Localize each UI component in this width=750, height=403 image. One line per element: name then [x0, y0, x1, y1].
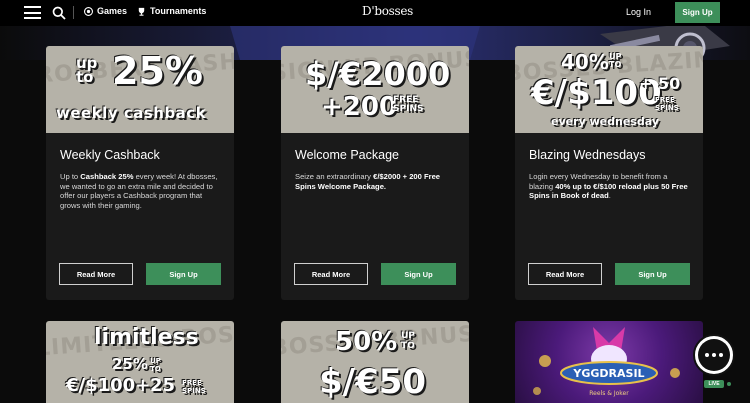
promo-description: Login every Wednesday to benefit from a …	[529, 172, 688, 201]
nav-games-link[interactable]: Games	[84, 6, 127, 16]
promo-card-blazing-wednesdays: BOSSES BLAZING 40% UP TO €/$100 + 50 FRE…	[515, 46, 703, 300]
trophy-icon	[138, 7, 145, 16]
banner-spins-label: FREE SPINS	[655, 96, 679, 112]
nav-games-label: Games	[97, 6, 128, 16]
nav-tournaments-label: Tournaments	[150, 6, 207, 16]
read-more-button[interactable]: Read More	[59, 263, 133, 285]
game-title: YGGDRASIL	[572, 367, 644, 380]
signup-button[interactable]: Sign Up	[146, 263, 221, 285]
chat-bubble-icon	[698, 339, 730, 371]
promo-card-welcome-package: SIGN UP BONUS $/€2000 +200 FREE SPINS We…	[281, 46, 469, 300]
menu-icon[interactable]	[24, 6, 41, 19]
read-more-button[interactable]: Read More	[528, 263, 602, 285]
promo-banner: SIGN UP BONUS $/€2000 +200 FREE SPINS	[281, 46, 469, 133]
banner-percent-text: 25%	[112, 355, 148, 373]
banner-upto-text: UP TO	[401, 331, 415, 351]
login-button[interactable]: Log In	[626, 7, 651, 17]
banner-upto-text: UP TO	[150, 357, 161, 373]
banner-percent-text: 50%	[335, 327, 398, 357]
banner-spins-amount: 25	[150, 375, 176, 396]
banner-spins-amount: +200	[321, 92, 398, 122]
site-logo[interactable]: D'bosses	[362, 4, 413, 18]
nav-tournaments-link[interactable]: Tournaments	[137, 6, 206, 16]
search-icon[interactable]	[52, 6, 66, 20]
promo-title: Weekly Cashback	[60, 148, 160, 162]
top-navigation-bar: Games Tournaments D'bosses Log In Sign U…	[0, 0, 750, 26]
live-chat-button[interactable]	[693, 334, 735, 376]
game-promo-banner[interactable]: YGGDRASIL Reels & Joker	[515, 321, 703, 403]
game-subtitle: Reels & Joker	[589, 390, 629, 397]
promo-banner: BOSSES BONUS 50% UP TO $/€50	[281, 321, 469, 403]
promo-description: Up to Cashback 25% every week! At dbosse…	[60, 172, 218, 211]
read-more-button[interactable]: Read More	[294, 263, 368, 285]
signup-button[interactable]: Sign Up	[381, 263, 456, 285]
banner-subtitle-text: every wednesday	[551, 115, 659, 128]
signup-button[interactable]: Sign Up	[615, 263, 690, 285]
banner-title-text: limitless	[94, 325, 199, 350]
promo-banner: ROBBERY CASHBACK up to 25% weekly cashba…	[46, 46, 234, 133]
promo-description: Seize an extraordinary €/$2000 + 200 Fre…	[295, 172, 441, 191]
nav-divider	[73, 6, 74, 19]
online-status-dot	[727, 382, 731, 386]
banner-percent-text: 40%	[561, 50, 609, 74]
banner-subtitle-text: weekly cashback	[56, 104, 207, 122]
banner-percent-text: 25%	[112, 49, 203, 93]
live-badge: LIVE	[704, 380, 724, 388]
promo-banner: BOSSES BLAZING 40% UP TO €/$100 + 50 FRE…	[515, 46, 703, 133]
banner-amount-text: $/€50	[319, 362, 427, 402]
banner-spins-label: FREE SPINS	[393, 95, 424, 114]
banner-upto-text: UP TO	[609, 52, 622, 69]
header-signup-button[interactable]: Sign Up	[675, 2, 720, 23]
joker-mask-art: YGGDRASIL Reels & Joker	[533, 327, 680, 397]
banner-spins-label: FREE SPINS	[182, 379, 206, 395]
promo-title: Blazing Wednesdays	[529, 148, 646, 162]
promo-card-weekly-cashback: ROBBERY CASHBACK up to 25% weekly cashba…	[46, 46, 234, 300]
banner-spins-amount: + 50	[639, 74, 681, 93]
promo-banner: LIMITLESS BOSS limitless 25% UP TO €/$10…	[46, 321, 234, 403]
promo-card-limitless: LIMITLESS BOSS limitless 25% UP TO €/$10…	[46, 321, 234, 403]
banner-amount-text: $/€2000	[305, 55, 451, 93]
banner-upto-text: up to	[76, 54, 98, 86]
chip-icon	[84, 6, 93, 16]
promo-card-fifty-percent: BOSSES BONUS 50% UP TO $/€50	[281, 321, 469, 403]
promo-title: Welcome Package	[295, 148, 399, 162]
banner-amount-text: €/$100+	[66, 375, 151, 396]
